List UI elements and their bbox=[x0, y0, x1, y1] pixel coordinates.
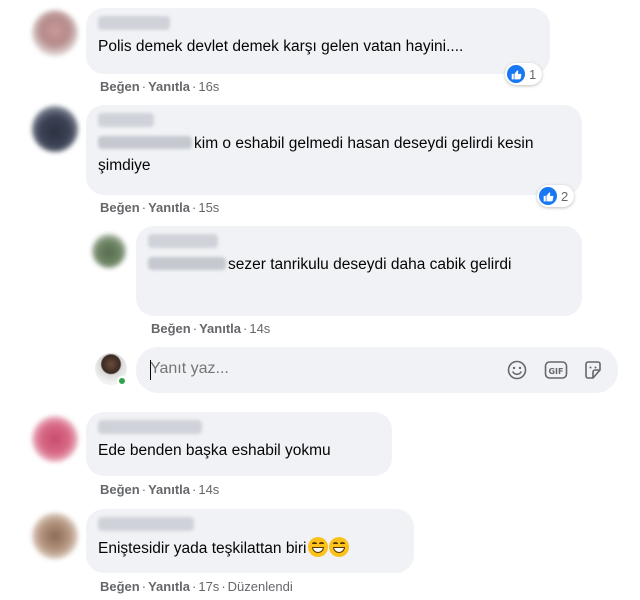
like-thumb-icon bbox=[539, 187, 557, 205]
sticker-icon[interactable] bbox=[582, 359, 604, 381]
reaction-summary[interactable]: 2 bbox=[537, 185, 575, 207]
reply-composer[interactable]: GIF bbox=[136, 347, 618, 393]
svg-text:GIF: GIF bbox=[548, 367, 563, 376]
mention-redacted[interactable] bbox=[98, 136, 192, 149]
like-thumb-icon bbox=[507, 65, 525, 83]
like-link[interactable]: Beğen bbox=[100, 579, 140, 594]
comment-actions: Beğen · Yanıtla · 15s bbox=[100, 200, 220, 215]
comment-actions: Beğen · Yanıtla · 17s · Düzenlendi bbox=[100, 579, 293, 594]
comment-text: Eniştesidir yada teşkilattan biri bbox=[98, 540, 307, 557]
smile-icon[interactable] bbox=[506, 359, 528, 381]
like-link[interactable]: Beğen bbox=[100, 79, 140, 94]
text-caret bbox=[150, 360, 151, 380]
comment-bubble: Polis demek devlet demek karşı gelen vat… bbox=[86, 8, 550, 74]
reaction-count: 2 bbox=[561, 188, 569, 204]
grinning-face-icon bbox=[307, 537, 328, 557]
comment-text: Ede benden başka eshabil yokmu bbox=[98, 442, 331, 459]
author-name-redacted[interactable] bbox=[98, 113, 154, 127]
comment-text-block: Eniştesidir yada teşkilattan biri bbox=[98, 537, 402, 560]
avatar[interactable] bbox=[32, 416, 78, 462]
timestamp[interactable]: 17s bbox=[198, 579, 219, 594]
avatar[interactable] bbox=[32, 513, 78, 559]
online-status-dot bbox=[117, 376, 127, 386]
reply-input[interactable] bbox=[150, 360, 450, 378]
reply-text: sezer tanrikulu deseydi daha cabik gelir… bbox=[228, 256, 512, 273]
comment-bubble: Eniştesidir yada teşkilattan biri bbox=[86, 509, 414, 573]
mention-redacted[interactable] bbox=[148, 257, 226, 270]
like-link[interactable]: Beğen bbox=[100, 200, 140, 215]
reply-link[interactable]: Yanıtla bbox=[148, 79, 190, 94]
timestamp[interactable]: 15s bbox=[198, 200, 219, 215]
comment-text: Polis demek devlet demek karşı gelen vat… bbox=[98, 38, 464, 55]
avatar[interactable] bbox=[32, 106, 78, 152]
timestamp[interactable]: 14s bbox=[198, 482, 219, 497]
reply-link[interactable]: Yanıtla bbox=[148, 482, 190, 497]
reply-bubble: sezer tanrikulu deseydi daha cabik gelir… bbox=[136, 226, 582, 316]
reply-text-block: sezer tanrikulu deseydi daha cabik gelir… bbox=[148, 254, 570, 276]
author-name-redacted[interactable] bbox=[98, 517, 194, 531]
comment-bubble: kim o eshabil gelmedi hasan deseydi geli… bbox=[86, 105, 582, 195]
timestamp[interactable]: 16s bbox=[198, 79, 219, 94]
timestamp[interactable]: 14s bbox=[249, 321, 270, 336]
comment-bubble: Ede benden başka eshabil yokmu bbox=[86, 412, 392, 476]
comment-actions: Beğen · Yanıtla · 14s bbox=[100, 482, 220, 497]
like-link[interactable]: Beğen bbox=[100, 482, 140, 497]
reply-link[interactable]: Yanıtla bbox=[148, 200, 190, 215]
author-name-redacted[interactable] bbox=[98, 16, 170, 30]
edited-label[interactable]: Düzenlendi bbox=[228, 579, 293, 594]
comment-actions: Beğen · Yanıtla · 16s bbox=[100, 79, 220, 94]
reply-actions: Beğen · Yanıtla · 14s bbox=[151, 321, 271, 336]
grinning-face-icon bbox=[328, 537, 349, 557]
reaction-summary[interactable]: 1 bbox=[505, 63, 543, 85]
author-name-redacted[interactable] bbox=[98, 420, 202, 434]
gif-icon[interactable]: GIF bbox=[544, 359, 568, 381]
comment-text-block: kim o eshabil gelmedi hasan deseydi geli… bbox=[98, 133, 570, 177]
author-name-redacted[interactable] bbox=[148, 234, 218, 248]
reply-link[interactable]: Yanıtla bbox=[148, 579, 190, 594]
reaction-count: 1 bbox=[529, 66, 537, 82]
avatar[interactable] bbox=[92, 234, 126, 268]
like-link[interactable]: Beğen bbox=[151, 321, 191, 336]
avatar[interactable] bbox=[32, 10, 78, 56]
reply-link[interactable]: Yanıtla bbox=[199, 321, 241, 336]
